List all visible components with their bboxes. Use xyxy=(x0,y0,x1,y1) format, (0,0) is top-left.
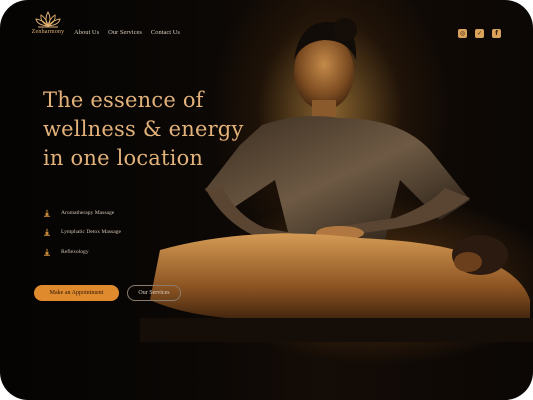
lotus-icon xyxy=(35,11,61,28)
list-item: Reflexology xyxy=(43,242,121,262)
make-appointment-button[interactable]: Make an Appointment xyxy=(34,285,119,301)
headline-line-1: The essence of xyxy=(43,88,204,112)
candle-icon xyxy=(44,248,50,256)
nav-link-about[interactable]: About Us xyxy=(74,29,99,36)
hero-headline: The essence of wellness & energy in one … xyxy=(43,86,273,173)
service-label: Aromatherapy Massage xyxy=(61,209,115,216)
list-item: Aromatherapy Massage xyxy=(43,203,121,223)
page-frame: Zenharmony About Us Our Services Contact… xyxy=(0,0,533,400)
facebook-icon[interactable]: f xyxy=(492,29,501,38)
nav-link-contact[interactable]: Contact Us xyxy=(151,29,180,36)
service-label: Reflexology xyxy=(61,248,89,255)
twitter-icon[interactable]: ✓ xyxy=(475,29,484,38)
list-item: Lymphatic Detox Massage xyxy=(43,223,121,243)
our-services-button[interactable]: Our Services xyxy=(127,285,181,301)
candle-icon xyxy=(44,209,50,217)
service-label: Lymphatic Detox Massage xyxy=(61,229,121,236)
social-links: ◎ ✓ f xyxy=(458,29,501,38)
hero-actions: Make an Appointment Our Services xyxy=(34,285,181,301)
brand-name: Zenharmony xyxy=(31,29,65,35)
nav-menu: About Us Our Services Contact Us xyxy=(74,29,180,36)
instagram-icon[interactable]: ◎ xyxy=(458,29,467,38)
candle-icon xyxy=(44,228,50,237)
hero-photo xyxy=(140,18,533,342)
service-list: Aromatherapy Massage Lymphatic Detox Mas… xyxy=(43,203,121,262)
brand-logo[interactable]: Zenharmony xyxy=(28,10,68,40)
headline-line-2: wellness & energy xyxy=(43,117,244,141)
headline-line-3: in one location xyxy=(43,146,204,170)
nav-link-services[interactable]: Our Services xyxy=(108,29,142,36)
top-nav: Zenharmony About Us Our Services Contact… xyxy=(0,0,533,60)
